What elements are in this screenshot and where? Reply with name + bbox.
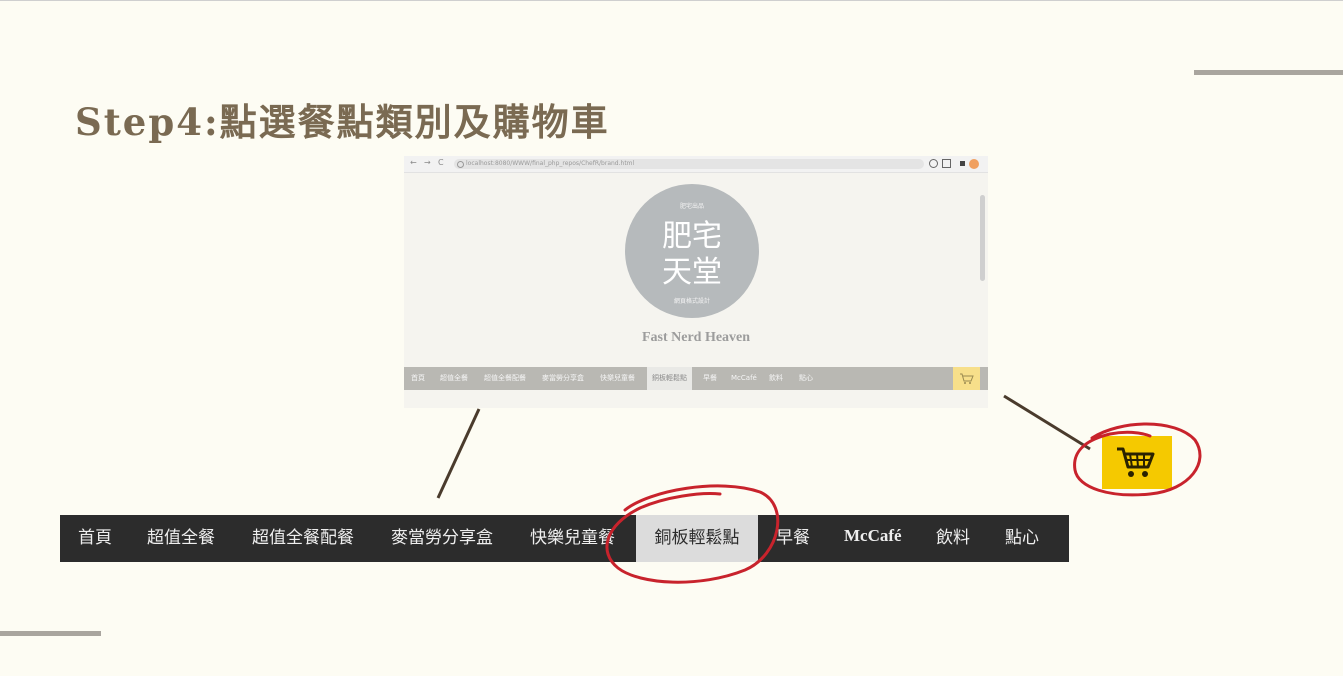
- connector-line-cart: [1003, 394, 1091, 451]
- nav-item-meal-sides[interactable]: 超值全餐配餐: [252, 515, 354, 562]
- mini-nav-item: 點心: [799, 374, 813, 382]
- address-url: localhost:8080/WWW/final_php_repos/ChefR…: [466, 160, 635, 167]
- mini-nav-item: 超值全餐: [440, 374, 468, 382]
- nav-item-breakfast[interactable]: 早餐: [776, 515, 810, 562]
- decorative-line-bottom-left: [0, 631, 101, 636]
- cart-button[interactable]: [1102, 436, 1172, 489]
- logo-tagline-top: 肥宅出品: [679, 203, 704, 210]
- reload-icon: C: [438, 158, 444, 167]
- mini-nav-item: 超值全餐配餐: [484, 374, 526, 382]
- mini-nav-bar: 首頁 超值全餐 超值全餐配餐 麥當勞分享盒 快樂兒童餐 銅板輕鬆點 早餐 McC…: [404, 367, 988, 390]
- share-icon: [929, 159, 938, 168]
- browser-toolbar: ← → C localhost:8080/WWW/final_php_repos…: [404, 156, 988, 173]
- profile-avatar: [969, 159, 979, 169]
- mini-cart-glyph: [960, 373, 974, 384]
- mini-nav-item: 麥當勞分享盒: [542, 374, 584, 382]
- mini-nav-item: 早餐: [703, 374, 717, 382]
- website-screenshot: ← → C localhost:8080/WWW/final_php_repos…: [404, 156, 988, 408]
- nav-bar: 首頁 超值全餐 超值全餐配餐 麥當勞分享盒 快樂兒童餐 銅板輕鬆點 早餐 McC…: [60, 515, 1069, 562]
- nav-item-value-meal[interactable]: 超值全餐: [147, 515, 215, 562]
- mini-cart-icon: [953, 367, 980, 390]
- page-scrollbar: [980, 195, 985, 281]
- mini-nav-item: 快樂兒童餐: [600, 374, 635, 382]
- nav-item-home[interactable]: 首頁: [78, 515, 112, 562]
- nav-item-drinks[interactable]: 飲料: [936, 515, 970, 562]
- connector-line-nav: [436, 408, 481, 499]
- nav-item-share-box[interactable]: 麥當勞分享盒: [391, 515, 493, 562]
- mini-nav-item: 首頁: [411, 374, 425, 382]
- page-content: 肥宅出品 肥宅 天堂 網頁格式設計 Fast Nerd Heaven 首頁 超值…: [404, 173, 988, 408]
- brand-logo: 肥宅出品 肥宅 天堂 網頁格式設計: [625, 184, 759, 318]
- mini-nav-item: McCafé: [731, 374, 757, 382]
- nav-item-mccafe[interactable]: McCafé: [844, 512, 902, 559]
- nav-item-snacks[interactable]: 點心: [1005, 515, 1039, 562]
- info-icon: [457, 161, 464, 168]
- mini-nav-item: 飲料: [769, 374, 783, 382]
- logo-tagline-bottom: 網頁格式設計: [673, 298, 710, 305]
- extension-icon: [960, 161, 965, 166]
- decorative-line-top-right: [1194, 70, 1343, 75]
- address-bar: localhost:8080/WWW/final_php_repos/ChefR…: [454, 159, 924, 169]
- back-icon: ←: [410, 158, 417, 167]
- nav-item-coin-menu[interactable]: 銅板輕鬆點: [636, 515, 758, 562]
- shopping-cart-icon: [1117, 447, 1155, 477]
- nav-item-happy-meal[interactable]: 快樂兒童餐: [530, 515, 615, 562]
- brand-name: Fast Nerd Heaven: [641, 330, 751, 345]
- slide-title: Step4:點選餐點類別及購物車: [75, 100, 610, 144]
- logo-text-line1: 肥宅: [662, 219, 722, 254]
- top-divider: [0, 0, 1343, 1]
- forward-icon: →: [424, 158, 431, 167]
- sidepanel-icon: [942, 159, 951, 168]
- logo-text-line2: 天堂: [662, 255, 722, 290]
- mini-nav-item-active: 銅板輕鬆點: [647, 367, 692, 390]
